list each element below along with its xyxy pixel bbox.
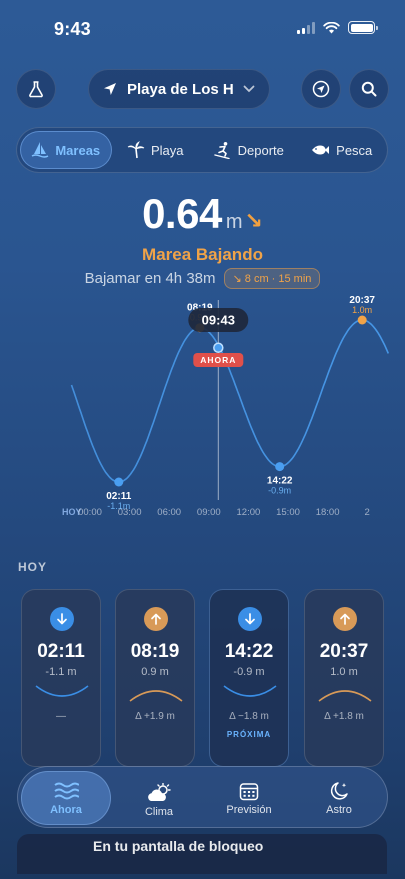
tide-card-height: -1.1 m (45, 666, 77, 678)
tide-card[interactable]: 08:19 0.9 m Δ +1.9 m (115, 589, 195, 767)
tide-unit: m (225, 211, 243, 233)
tide-card-time: 14:22 (224, 641, 274, 662)
current-tide-height: 0.64 m↘ (0, 190, 405, 238)
tide-extreme-point[interactable] (114, 477, 124, 487)
status-bar: 9:43 (0, 0, 405, 54)
next-tide-label: PRÓXIMA (226, 730, 272, 739)
x-axis-tick-label: 18:00 (316, 507, 340, 518)
nav-label: Ahora (50, 803, 82, 816)
tab-deporte[interactable]: Deporte (199, 131, 298, 169)
cloud-sun-icon (148, 782, 171, 801)
waves-icon (54, 782, 79, 799)
tab-label: Mareas (55, 142, 101, 158)
tide-extreme-point[interactable] (357, 315, 367, 325)
arrow-up-icon (144, 607, 168, 631)
tide-card[interactable]: 02:11 -1.1 m — (21, 589, 101, 767)
nav-clima[interactable]: Clima (114, 771, 204, 825)
tide-card-height: -0.9 m (233, 666, 265, 678)
tide-extreme-height: -0.9m (268, 486, 291, 496)
top-bar: Playa de Los H... (0, 69, 405, 109)
tide-card-curve (35, 685, 89, 697)
bottom-navigation: Ahora Clima Previsión Astro (17, 766, 388, 828)
cellular-signal-icon (297, 21, 315, 34)
gps-button[interactable] (301, 69, 341, 109)
tide-extreme-height: 1.0m (352, 305, 372, 315)
tab-label: Pesca (336, 142, 373, 158)
arrow-down-icon (50, 607, 74, 631)
tab-label: Deporte (237, 142, 284, 158)
tide-card-time: 08:19 (130, 641, 180, 662)
tide-value: 0.64 (142, 190, 222, 237)
palm-tree-icon (127, 141, 145, 159)
tide-card-delta: Δ +1.8 m (324, 711, 364, 722)
x-axis-tick-label: 15:00 (276, 507, 300, 518)
nav-ahora[interactable]: Ahora (21, 771, 111, 825)
nav-astro[interactable]: Astro (294, 771, 384, 825)
tide-extreme-point[interactable] (275, 462, 285, 472)
tide-card-delta: Δ +1.9 m (135, 711, 175, 722)
moon-stars-icon (330, 781, 348, 800)
status-time: 9:43 (54, 19, 91, 39)
x-axis-tick-label: 06:00 (157, 507, 181, 518)
tide-card-curve (223, 685, 277, 697)
location-selector[interactable]: Playa de Los H... (88, 69, 270, 109)
tide-curve (70, 319, 390, 483)
lock-screen-banner[interactable]: En tu pantalla de bloqueo (17, 834, 387, 874)
x-axis-tick-label: 12:00 (237, 507, 261, 518)
tide-chart[interactable]: 02:11-1.1m08:190.9m14:22-0.9m20:371.0m 0… (0, 286, 405, 526)
tide-state: Marea Bajando (142, 245, 263, 264)
tab-label: Playa (150, 142, 184, 158)
x-axis-tick-label: 00:00 (78, 507, 102, 518)
chevron-down-icon (243, 85, 255, 93)
nav-label: Previsión (226, 803, 272, 816)
x-axis-tick-label: 2 (365, 507, 370, 518)
lab-button[interactable] (16, 69, 56, 109)
now-tag-label: AHORA (200, 355, 236, 365)
arrow-up-icon (333, 607, 357, 631)
battery-icon (348, 21, 378, 34)
category-tabs: Mareas Playa Deporte Pesca (16, 127, 388, 173)
location-name: Playa de Los H... (127, 80, 233, 98)
section-title-today: HOY (18, 560, 48, 574)
tide-card-height: 1.0 m (330, 666, 358, 678)
calendar-icon (239, 782, 259, 800)
fish-icon (312, 145, 330, 155)
nav-label: Clima (144, 805, 174, 818)
tide-card-height: 0.9 m (141, 666, 169, 678)
navigation-arrow-icon (312, 80, 330, 98)
tide-card-curve (129, 690, 183, 702)
now-time-label: 09:43 (202, 313, 235, 328)
tide-card-delta: — (56, 711, 66, 722)
tab-playa[interactable]: Playa (112, 131, 200, 169)
tide-card-delta: Δ −1.8 m (229, 711, 269, 722)
trend-down-arrow-icon: ↘ (244, 208, 263, 233)
x-axis-tick-label: 09:00 (197, 507, 221, 518)
tide-card-time: 02:11 (37, 641, 85, 662)
tide-card[interactable]: 20:37 1.0 m Δ +1.8 m (304, 589, 384, 767)
tide-card-curve (318, 690, 372, 702)
skier-icon (213, 142, 230, 159)
tab-mareas[interactable]: Mareas (20, 131, 112, 169)
arrow-down-icon (238, 607, 262, 631)
low-tide-countdown: Bajamar en 4h 38m (84, 270, 216, 287)
tab-pesca[interactable]: Pesca (298, 131, 384, 169)
search-button[interactable] (349, 69, 389, 109)
sailboat-icon (31, 142, 49, 158)
nav-prevision[interactable]: Previsión (204, 771, 294, 825)
tide-card[interactable]: 14:22 -0.9 m Δ −1.8 m PRÓXIMA (209, 589, 289, 767)
flask-icon (29, 81, 43, 98)
search-icon (361, 81, 377, 97)
status-icons (297, 21, 378, 34)
nav-label: Astro (326, 803, 352, 816)
tide-card-time: 20:37 (319, 641, 369, 662)
now-point (213, 342, 224, 354)
location-arrow-icon (104, 83, 116, 95)
x-axis-tick-label: 03:00 (118, 507, 142, 518)
wifi-icon (323, 21, 340, 33)
